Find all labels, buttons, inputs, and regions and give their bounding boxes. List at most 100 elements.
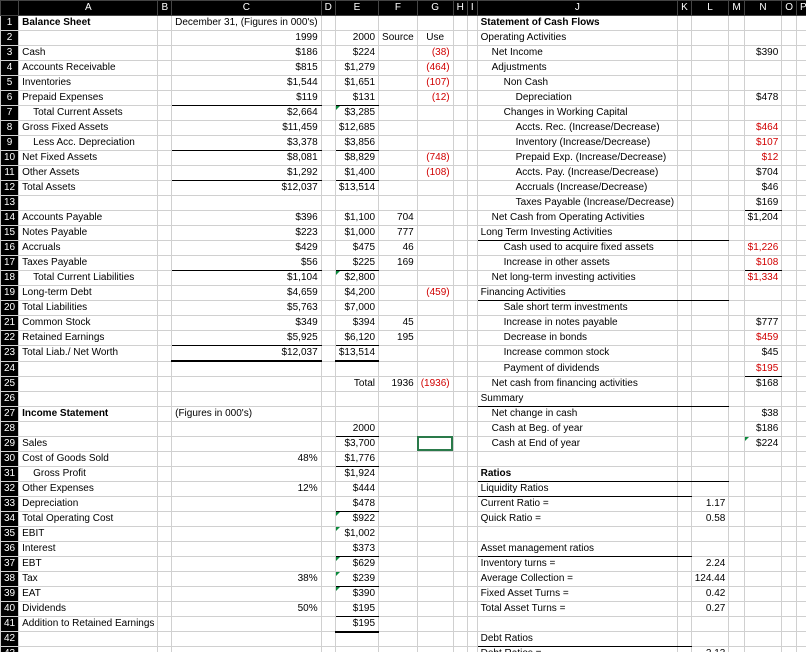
cell-B39[interactable] bbox=[158, 586, 172, 601]
cell-L19[interactable] bbox=[691, 286, 729, 301]
cell-N37[interactable] bbox=[744, 556, 782, 571]
cell-J31[interactable]: Ratios bbox=[477, 466, 677, 481]
cell-B23[interactable] bbox=[158, 346, 172, 362]
cell-C36[interactable] bbox=[172, 541, 322, 556]
cell-F15[interactable]: 777 bbox=[379, 226, 418, 241]
cell-J14[interactable]: Net Cash from Operating Activities bbox=[477, 211, 677, 226]
cell-K42[interactable] bbox=[678, 632, 692, 647]
cell-F25[interactable]: 1936 bbox=[379, 376, 418, 391]
cell-A22[interactable]: Retained Earnings bbox=[19, 331, 158, 346]
cell-E17[interactable]: $225 bbox=[335, 256, 378, 271]
cell-F1[interactable] bbox=[379, 16, 418, 31]
cell-K1[interactable] bbox=[678, 16, 692, 31]
cell-I2[interactable] bbox=[467, 31, 477, 46]
row-header-13[interactable]: 13 bbox=[1, 196, 19, 211]
cell-N39[interactable] bbox=[744, 586, 782, 601]
row-header-28[interactable]: 28 bbox=[1, 421, 19, 436]
col-header-K[interactable]: K bbox=[678, 1, 692, 16]
cell-O36[interactable] bbox=[782, 541, 797, 556]
cell-P21[interactable] bbox=[797, 316, 806, 331]
cell-J22[interactable]: Decrease in bonds bbox=[477, 331, 677, 346]
cell-L20[interactable] bbox=[691, 301, 729, 316]
cell-E35[interactable]: $1,002 bbox=[335, 526, 378, 541]
cell-O7[interactable] bbox=[782, 106, 797, 121]
cell-C21[interactable]: $349 bbox=[172, 316, 322, 331]
cell-B7[interactable] bbox=[158, 106, 172, 121]
cell-O42[interactable] bbox=[782, 632, 797, 647]
cell-P10[interactable] bbox=[797, 151, 806, 166]
cell-P7[interactable] bbox=[797, 106, 806, 121]
cell-E40[interactable]: $195 bbox=[335, 601, 378, 616]
cell-P37[interactable] bbox=[797, 556, 806, 571]
cell-L35[interactable] bbox=[691, 526, 729, 541]
cell-N20[interactable] bbox=[744, 301, 782, 316]
cell-H2[interactable] bbox=[453, 31, 467, 46]
cell-J6[interactable]: Depreciation bbox=[477, 91, 677, 106]
cell-C43[interactable] bbox=[172, 647, 322, 652]
cell-B2[interactable] bbox=[158, 31, 172, 46]
cell-G11[interactable]: (108) bbox=[417, 166, 453, 181]
cell-M25[interactable] bbox=[729, 376, 744, 391]
cell-H18[interactable] bbox=[453, 271, 467, 286]
cell-F21[interactable]: 45 bbox=[379, 316, 418, 331]
row-header-30[interactable]: 30 bbox=[1, 451, 19, 466]
cell-G37[interactable] bbox=[417, 556, 453, 571]
cell-H13[interactable] bbox=[453, 196, 467, 211]
cell-D37[interactable] bbox=[321, 556, 335, 571]
cell-K4[interactable] bbox=[678, 61, 692, 76]
cell-P36[interactable] bbox=[797, 541, 806, 556]
cell-L37[interactable]: 2.24 bbox=[691, 556, 729, 571]
cell-N3[interactable]: $390 bbox=[744, 46, 782, 61]
cell-L17[interactable] bbox=[691, 256, 729, 271]
cell-G29[interactable] bbox=[417, 436, 453, 451]
cell-N15[interactable] bbox=[744, 226, 782, 241]
cell-O2[interactable] bbox=[782, 31, 797, 46]
cell-K2[interactable] bbox=[678, 31, 692, 46]
cell-D21[interactable] bbox=[321, 316, 335, 331]
cell-C23[interactable]: $12,037 bbox=[172, 346, 322, 362]
cell-O9[interactable] bbox=[782, 136, 797, 151]
cell-H43[interactable] bbox=[453, 647, 467, 652]
row-header-39[interactable]: 39 bbox=[1, 586, 19, 601]
cell-D32[interactable] bbox=[321, 481, 335, 496]
cell-C9[interactable]: $3,378 bbox=[172, 136, 322, 151]
row-header-22[interactable]: 22 bbox=[1, 331, 19, 346]
cell-I25[interactable] bbox=[467, 376, 477, 391]
cell-E24[interactable] bbox=[335, 361, 378, 376]
cell-H34[interactable] bbox=[453, 511, 467, 526]
cell-O15[interactable] bbox=[782, 226, 797, 241]
cell-N32[interactable] bbox=[744, 481, 782, 496]
cell-B18[interactable] bbox=[158, 271, 172, 286]
cell-P15[interactable] bbox=[797, 226, 806, 241]
cell-O4[interactable] bbox=[782, 61, 797, 76]
cell-M18[interactable] bbox=[729, 271, 744, 286]
cell-P38[interactable] bbox=[797, 571, 806, 586]
cell-J1[interactable]: Statement of Cash Flows bbox=[477, 16, 677, 31]
cell-D27[interactable] bbox=[321, 406, 335, 421]
cell-H27[interactable] bbox=[453, 406, 467, 421]
row-header-15[interactable]: 15 bbox=[1, 226, 19, 241]
cell-B1[interactable] bbox=[158, 16, 172, 31]
cell-D12[interactable] bbox=[321, 181, 335, 196]
col-header-I[interactable]: I bbox=[467, 1, 477, 16]
cell-F6[interactable] bbox=[379, 91, 418, 106]
cell-I32[interactable] bbox=[467, 481, 477, 496]
cell-J13[interactable]: Taxes Payable (Increase/Decrease) bbox=[477, 196, 677, 211]
cell-F28[interactable] bbox=[379, 421, 418, 436]
cell-A26[interactable] bbox=[19, 391, 158, 406]
cell-K24[interactable] bbox=[678, 361, 692, 376]
col-header-B[interactable]: B bbox=[158, 1, 172, 16]
cell-K32[interactable] bbox=[678, 481, 692, 496]
cell-A25[interactable] bbox=[19, 376, 158, 391]
cell-P20[interactable] bbox=[797, 301, 806, 316]
cell-P25[interactable] bbox=[797, 376, 806, 391]
cell-B8[interactable] bbox=[158, 121, 172, 136]
cell-M2[interactable] bbox=[729, 31, 744, 46]
row-header-35[interactable]: 35 bbox=[1, 526, 19, 541]
cell-A14[interactable]: Accounts Payable bbox=[19, 211, 158, 226]
cell-F17[interactable]: 169 bbox=[379, 256, 418, 271]
cell-E1[interactable] bbox=[335, 16, 378, 31]
cell-O19[interactable] bbox=[782, 286, 797, 301]
cell-N11[interactable]: $704 bbox=[744, 166, 782, 181]
cell-A35[interactable]: EBIT bbox=[19, 526, 158, 541]
